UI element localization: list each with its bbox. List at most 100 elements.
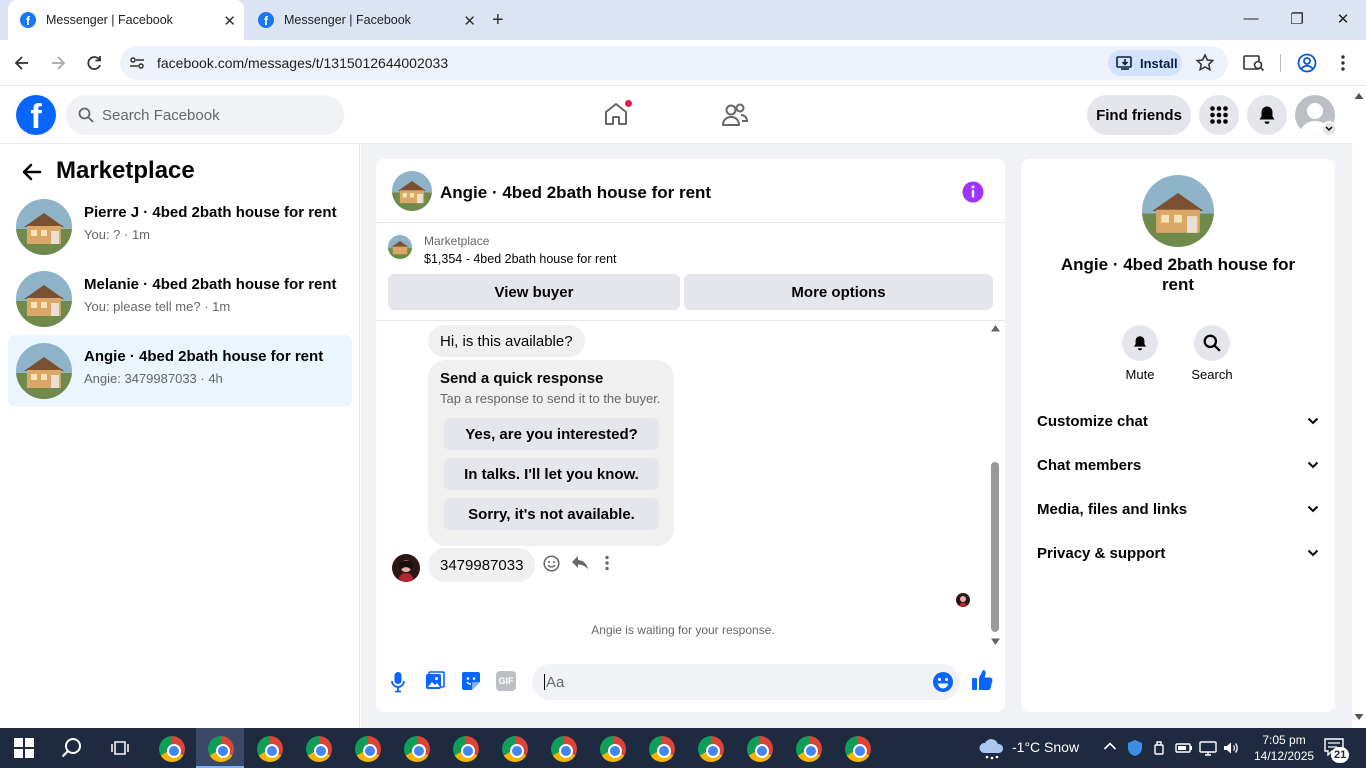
chrome-taskbar-icon[interactable]	[796, 736, 822, 762]
chrome-taskbar-icon[interactable]	[159, 736, 185, 762]
clock-date: 14/12/2025	[1254, 749, 1315, 763]
windows-start-icon[interactable]	[14, 738, 34, 758]
back-arrow-icon[interactable]	[12, 53, 32, 73]
search-facebook-input[interactable]: Search Facebook	[66, 95, 344, 135]
chrome-taskbar-icon[interactable]	[257, 736, 283, 762]
weather-snow-icon[interactable]	[978, 738, 1006, 760]
tab-search-icon[interactable]	[1243, 53, 1265, 73]
customize-chat-row[interactable]: Customize chat	[1037, 399, 1319, 443]
chrome-taskbar-icon[interactable]	[453, 736, 479, 762]
account-chevron-icon[interactable]	[1321, 121, 1337, 137]
chrome-taskbar-icon[interactable]	[355, 736, 381, 762]
message-input[interactable]: Aa	[532, 664, 960, 700]
privacy-support-row[interactable]: Privacy & support	[1037, 531, 1319, 575]
scroll-down-arrow-icon[interactable]	[991, 638, 1000, 645]
task-view-icon[interactable]	[110, 738, 130, 758]
defender-shield-icon[interactable]	[1127, 739, 1143, 757]
conversation-item-active[interactable]: Angie · 4bed 2bath house for rent Angie:…	[8, 335, 352, 407]
page-scrollbar[interactable]	[1352, 87, 1366, 728]
chat-scrollbar-thumb[interactable]	[991, 462, 999, 632]
gif-icon[interactable]: GIF	[496, 671, 516, 691]
close-window-icon[interactable]: ✕	[1331, 10, 1355, 28]
chrome-taskbar-icon[interactable]	[747, 736, 773, 762]
profile-icon[interactable]	[1297, 53, 1317, 73]
network-icon[interactable]	[1199, 740, 1217, 756]
sender-avatar[interactable]	[392, 554, 420, 582]
browser-menu-icon[interactable]	[1337, 53, 1349, 73]
taskbar-search-icon[interactable]	[61, 737, 83, 759]
taskbar-clock[interactable]: 7:05 pm 14/12/2025	[1254, 732, 1314, 764]
message-bubble[interactable]: 3479987033	[428, 548, 536, 582]
new-tab-icon[interactable]: +	[492, 9, 504, 32]
install-app-button[interactable]: Install	[1108, 50, 1182, 76]
quick-response-button[interactable]: In talks. I'll let you know.	[444, 458, 659, 490]
chat-members-row[interactable]: Chat members	[1037, 443, 1319, 487]
chrome-taskbar-icon[interactable]	[600, 736, 626, 762]
quick-response-button[interactable]: Yes, are you interested?	[444, 418, 659, 450]
close-tab-icon[interactable]: ✕	[463, 12, 476, 30]
chat-title[interactable]: Angie · 4bed 2bath house for rent	[440, 183, 711, 203]
toolbar-divider	[1280, 54, 1281, 72]
attach-photo-icon[interactable]	[425, 671, 445, 691]
chrome-taskbar-icon[interactable]	[502, 736, 528, 762]
mute-label: Mute	[1125, 367, 1155, 382]
more-options-button[interactable]: More options	[684, 274, 993, 310]
info-icon[interactable]	[962, 181, 984, 203]
react-emoji-icon[interactable]	[543, 555, 560, 572]
waiting-status-text: Angie is waiting for your response.	[591, 623, 775, 637]
marketplace-listing-bar: Marketplace $1,354 - 4bed 2bath house fo…	[376, 223, 1005, 321]
chat-avatar[interactable]	[392, 171, 432, 211]
forward-arrow-icon[interactable]	[48, 53, 68, 73]
emoji-icon[interactable]	[932, 671, 954, 693]
quick-response-button[interactable]: Sorry, it's not available.	[444, 498, 659, 530]
sticker-icon[interactable]	[461, 671, 481, 691]
back-arrow-icon[interactable]	[20, 160, 44, 184]
url-text[interactable]: facebook.com/messages/t/1315012644002033	[157, 55, 448, 71]
house-avatar	[16, 199, 72, 255]
restore-icon[interactable]: ❐	[1285, 10, 1309, 28]
search-conversation-button[interactable]: Search	[1172, 325, 1252, 382]
listing-price[interactable]: $1,354 - 4bed 2bath house for rent	[424, 252, 617, 266]
battery-icon[interactable]	[1175, 740, 1193, 756]
chrome-taskbar-icon[interactable]	[208, 736, 234, 762]
chrome-taskbar-icon[interactable]	[698, 736, 724, 762]
like-thumbs-up-icon[interactable]	[971, 668, 993, 692]
media-files-links-row[interactable]: Media, files and links	[1037, 487, 1319, 531]
bookmark-star-icon[interactable]	[1195, 53, 1215, 73]
reply-icon[interactable]	[571, 555, 589, 571]
notifications-button[interactable]	[1247, 95, 1287, 135]
section-label: Customize chat	[1037, 412, 1148, 430]
conversation-name: Angie · 4bed 2bath house for rent	[84, 348, 324, 365]
grid-icon	[1210, 106, 1228, 124]
browser-tab-active[interactable]: f Messenger | Facebook ✕	[8, 0, 244, 40]
chrome-taskbar-icon[interactable]	[306, 736, 332, 762]
browser-tab[interactable]: f Messenger | Facebook ✕	[250, 0, 484, 40]
more-actions-icon[interactable]	[604, 555, 610, 571]
mute-button[interactable]: Mute	[1100, 325, 1180, 382]
quick-response-subtitle: Tap a response to send it to the buyer.	[440, 391, 661, 406]
show-hidden-icons-chevron-icon[interactable]	[1103, 740, 1117, 752]
usb-device-icon[interactable]	[1151, 740, 1167, 756]
weather-text[interactable]: -1°C Snow	[1012, 739, 1079, 755]
menu-grid-button[interactable]	[1199, 95, 1239, 135]
facebook-logo-icon[interactable]: f	[16, 95, 56, 135]
microphone-icon[interactable]	[390, 671, 406, 693]
section-label: Chat members	[1037, 456, 1142, 474]
view-buyer-button[interactable]: View buyer	[388, 274, 680, 310]
chrome-taskbar-icon[interactable]	[404, 736, 430, 762]
minimize-icon[interactable]: —	[1239, 10, 1263, 27]
message-bubble[interactable]: Hi, is this available?	[428, 325, 585, 357]
conversation-item[interactable]: Melanie · 4bed 2bath house for rent You:…	[8, 263, 352, 335]
reload-icon[interactable]	[84, 53, 104, 73]
site-settings-icon[interactable]	[128, 54, 146, 72]
close-tab-icon[interactable]: ✕	[223, 12, 236, 30]
tab-title: Messenger | Facebook	[46, 13, 173, 27]
conversation-item[interactable]: Pierre J · 4bed 2bath house for rent You…	[8, 191, 352, 263]
friends-icon[interactable]	[721, 102, 749, 128]
chrome-taskbar-icon[interactable]	[649, 736, 675, 762]
scroll-up-arrow-icon[interactable]	[991, 325, 1000, 332]
chrome-taskbar-icon[interactable]	[845, 736, 871, 762]
chrome-taskbar-icon[interactable]	[551, 736, 577, 762]
find-friends-button[interactable]: Find friends	[1087, 95, 1191, 135]
volume-icon[interactable]	[1222, 740, 1240, 756]
